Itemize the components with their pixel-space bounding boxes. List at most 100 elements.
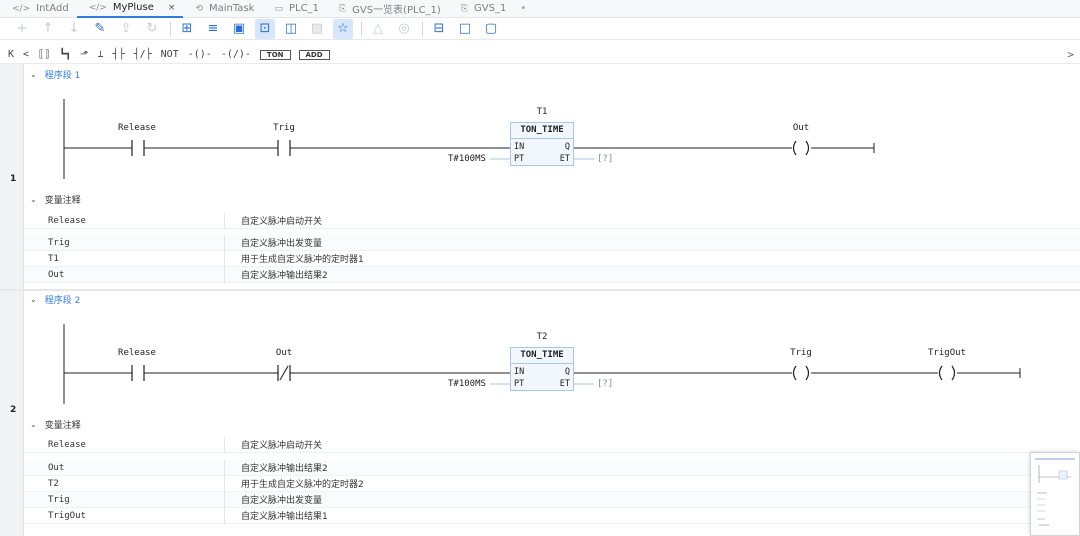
square-icon[interactable]: □ <box>455 19 475 39</box>
ton-time-block[interactable]: TON_TIME IN PT Q ET <box>510 347 574 391</box>
coil-label[interactable]: Trig <box>790 348 812 358</box>
block-instance-name[interactable]: T1 <box>537 107 548 117</box>
chat-icon[interactable]: ◫ <box>281 19 301 39</box>
variable-comment[interactable]: 用于生成自定义脉冲的定时器1 <box>225 252 364 265</box>
refresh-icon[interactable]: ↻ <box>142 19 162 39</box>
block-pin-et: ET <box>559 154 570 164</box>
image-icon[interactable]: ▧ <box>307 19 327 39</box>
monitor-icon[interactable]: ▣ <box>229 19 249 39</box>
ton-time-block[interactable]: TON_TIME IN PT Q ET <box>510 122 574 166</box>
coil-out <box>792 140 797 156</box>
scroll-right-icon[interactable]: > <box>1067 48 1074 61</box>
pt-value[interactable]: T#100MS <box>448 154 486 164</box>
network-2: ⌄ 程序段 2 Release Out T2 TON_TIME IN PT Q … <box>24 292 1080 532</box>
variable-comment[interactable]: 自定义脉冲出发变量 <box>225 236 322 249</box>
et-value[interactable]: [?] <box>597 379 613 389</box>
variable-comment[interactable]: 自定义脉冲启动开关 <box>225 438 322 451</box>
block-type: TON_TIME <box>520 125 564 135</box>
variable-comment[interactable]: 自定义脉冲出发变量 <box>225 493 322 506</box>
tab-gvs1[interactable]: ⎘ GVS_1 • <box>449 0 534 18</box>
minimap-preview <box>1035 458 1075 526</box>
split-horizontal-icon[interactable]: ⊟ <box>429 19 449 39</box>
add-button[interactable]: ADD <box>298 49 330 60</box>
variable-comment[interactable]: 自定义脉冲输出结果2 <box>225 461 328 474</box>
task-cycle-icon: ⟲ <box>195 3 203 14</box>
tab-label: GVS一览表(PLC_1) <box>352 5 441 16</box>
close-icon[interactable]: × <box>168 3 176 13</box>
variable-name: Trig <box>48 237 70 248</box>
warning-icon[interactable]: △ <box>368 19 388 39</box>
variable-name: T1 <box>48 253 59 264</box>
list-icon[interactable]: ≡ <box>203 19 223 39</box>
pt-value[interactable]: T#100MS <box>448 379 486 389</box>
variable-comment[interactable]: 自定义脉冲输出结果1 <box>225 509 328 522</box>
contact-label[interactable]: Release <box>118 123 156 133</box>
toolbar-divider <box>170 21 171 36</box>
insert-row-icon[interactable]: ⊞ <box>177 19 197 39</box>
coil-label[interactable]: TrigOut <box>928 348 966 358</box>
block-pin-pt: PT <box>514 379 525 389</box>
variable-name: Trig <box>48 494 70 505</box>
variable-comments-header[interactable]: ⌄ 变量注释 <box>30 418 81 431</box>
et-value[interactable]: [?] <box>597 154 613 164</box>
variable-name: Release <box>48 215 86 226</box>
scroll-left-icon[interactable]: < <box>23 49 29 60</box>
contact-label[interactable]: Out <box>276 348 292 358</box>
tab-label: MyPluse <box>112 2 154 13</box>
normally-open-contact-icon[interactable]: ┤├ <box>113 49 125 60</box>
contact-label[interactable]: Release <box>118 348 156 358</box>
ladder-view-icon[interactable]: ⊡ <box>255 18 275 39</box>
chevron-down-icon[interactable]: ⌄ <box>30 195 37 204</box>
edit-icon[interactable]: ✎ <box>90 19 110 39</box>
plc-device-icon: ▭ <box>274 3 283 14</box>
coil-label[interactable]: Out <box>793 123 809 133</box>
network-header[interactable]: ⌄ 程序段 1 <box>24 67 1080 81</box>
contact-label[interactable]: Trig <box>273 123 295 133</box>
chevron-down-icon[interactable]: ⌄ <box>30 420 37 429</box>
coil-trigout <box>951 365 956 381</box>
minimap-overview[interactable] <box>1030 452 1080 536</box>
tab-intadd[interactable]: </> IntAdd <box>0 0 77 18</box>
star-icon[interactable]: ☆ <box>333 18 353 39</box>
square-outline-icon[interactable]: ▢ <box>481 19 501 39</box>
variable-table-icon: ⎘ <box>460 3 469 14</box>
editor-toolbar: + ↑ ↓ ✎ ⇪ ↻ ⊞ ≡ ▣ ⊡ ◫ ▧ ☆ △ ◎ ⊟ □ ▢ <box>0 18 1080 40</box>
tab-mypluse[interactable]: </> MyPluse × <box>76 0 184 18</box>
variable-comment[interactable]: 用于生成自定义脉冲的定时器2 <box>225 477 364 490</box>
branch-open-icon[interactable]: ┗┓ <box>59 49 71 60</box>
coil-icon[interactable]: -()- <box>188 49 212 60</box>
block-instance-name[interactable]: T2 <box>537 332 548 342</box>
arrow-down-icon[interactable]: ↓ <box>64 19 84 39</box>
collapse-left-icon[interactable]: K <box>8 49 14 60</box>
network-header[interactable]: ⌄ 程序段 2 <box>24 292 1080 306</box>
network-gutter: 1 2 <box>0 64 24 536</box>
tab-label: IntAdd <box>36 3 69 14</box>
eye-icon[interactable]: ◎ <box>394 19 414 39</box>
tab-label: MainTask <box>208 3 255 14</box>
variable-comment[interactable]: 自定义脉冲启动开关 <box>225 214 322 227</box>
variable-comments-header[interactable]: ⌄ 变量注释 <box>30 193 81 206</box>
plus-icon[interactable]: + <box>12 19 32 39</box>
chevron-down-icon[interactable]: ⌄ <box>30 70 37 79</box>
tab-gvs-overview[interactable]: ⎘ GVS一览表(PLC_1) <box>327 0 449 18</box>
tab-plc1[interactable]: ▭ PLC_1 <box>262 0 326 18</box>
branch-close-icon[interactable]: ⬏ <box>80 49 88 60</box>
export-icon[interactable]: ⇪ <box>116 19 136 39</box>
arrow-up-icon[interactable]: ↑ <box>38 19 58 39</box>
ton-button[interactable]: TON <box>259 49 291 60</box>
normally-closed-contact-icon[interactable]: ┤/├ <box>134 49 152 60</box>
not-contact-icon[interactable]: NOT <box>161 49 179 60</box>
tab-maintask[interactable]: ⟲ MainTask <box>183 0 262 18</box>
block-pin-pt: PT <box>514 154 525 164</box>
variable-name: Out <box>48 269 65 280</box>
network-insert-icon[interactable]: ⟦⟧ <box>38 49 50 60</box>
negated-coil-icon[interactable]: -(/)- <box>221 49 251 60</box>
variable-comment[interactable]: 自定义脉冲输出结果2 <box>225 268 328 281</box>
toolbar-divider <box>422 21 423 36</box>
block-divider <box>511 138 573 139</box>
tab-label: GVS_1 <box>474 3 507 14</box>
ladder-diagram: Release Trig T1 TON_TIME IN PT Q ET T#10… <box>24 93 1080 189</box>
ground-icon[interactable]: ⊥ <box>98 49 104 60</box>
block-pin-in: IN <box>514 142 525 152</box>
chevron-down-icon[interactable]: ⌄ <box>30 295 37 304</box>
